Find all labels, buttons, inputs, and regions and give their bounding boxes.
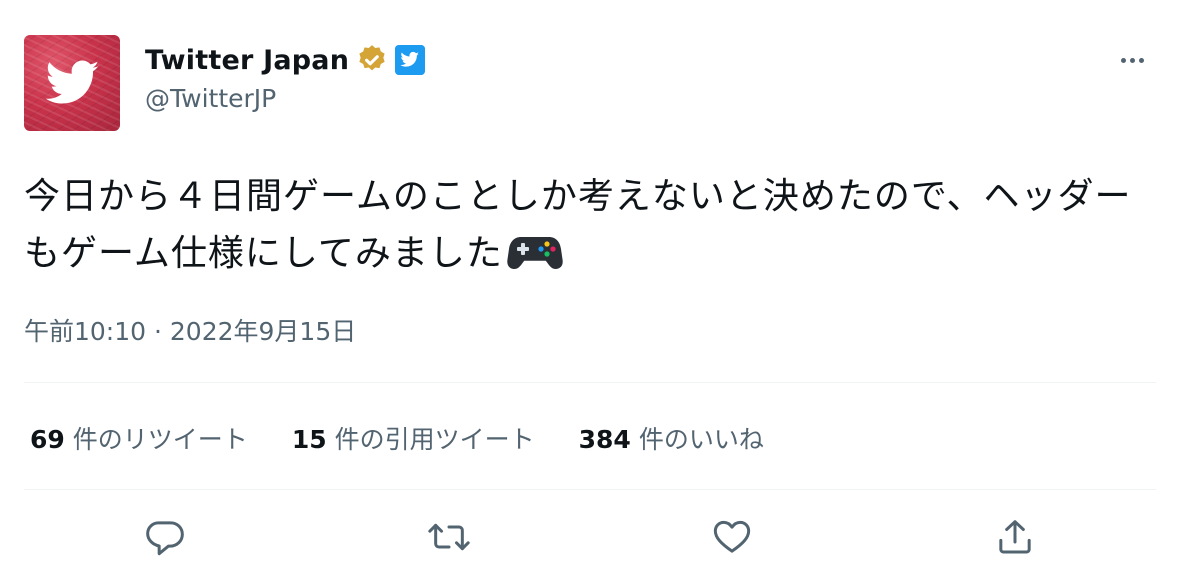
divider-bottom <box>24 489 1156 490</box>
twitter-affiliate-badge-icon <box>395 45 426 75</box>
more-options-icon[interactable] <box>1112 50 1152 70</box>
tweet-text-content: 今日から４日間ゲームのことしか考えないと決めたので、ヘッダーもゲーム仕様にしてみ… <box>24 176 1132 274</box>
author-name-row: Twitter Japan <box>145 42 426 78</box>
retweet-count-number: 69 <box>30 425 65 454</box>
share-icon[interactable] <box>990 512 1040 562</box>
quote-tweet-count[interactable]: 15 件の引用ツイート <box>292 420 535 456</box>
like-count-number: 384 <box>578 425 631 454</box>
author-display-name[interactable]: Twitter Japan <box>145 45 349 76</box>
author-handle[interactable]: @TwitterJP <box>145 84 276 113</box>
like-count[interactable]: 384 件のいいね <box>579 420 764 456</box>
retweet-count[interactable]: 69 件のリツイート <box>30 420 248 456</box>
like-count-label: 件のいいね <box>638 425 764 454</box>
verified-badge-icon <box>355 43 389 77</box>
retweet-icon[interactable] <box>424 512 474 562</box>
tweet-timestamp[interactable]: 午前10:10 · 2022年9月15日 <box>24 312 356 348</box>
twitter-bird-icon <box>46 60 100 104</box>
divider-top <box>24 382 1156 383</box>
tweet-text: 今日から４日間ゲームのことしか考えないと決めたので、ヘッダーもゲーム仕様にしてみ… <box>24 168 1154 288</box>
engagement-stats: 69 件のリツイート 15 件の引用ツイート 384 件のいいね <box>30 418 764 458</box>
like-icon[interactable] <box>707 512 757 562</box>
avatar[interactable] <box>24 35 120 131</box>
video-game-controller-icon <box>507 231 563 288</box>
quote-tweet-count-label: 件の引用ツイート <box>334 425 535 454</box>
tweet-actions-bar <box>0 512 1180 562</box>
quote-tweet-count-number: 15 <box>291 425 327 454</box>
reply-icon[interactable] <box>140 512 190 562</box>
retweet-count-label: 件のリツイート <box>72 425 248 454</box>
